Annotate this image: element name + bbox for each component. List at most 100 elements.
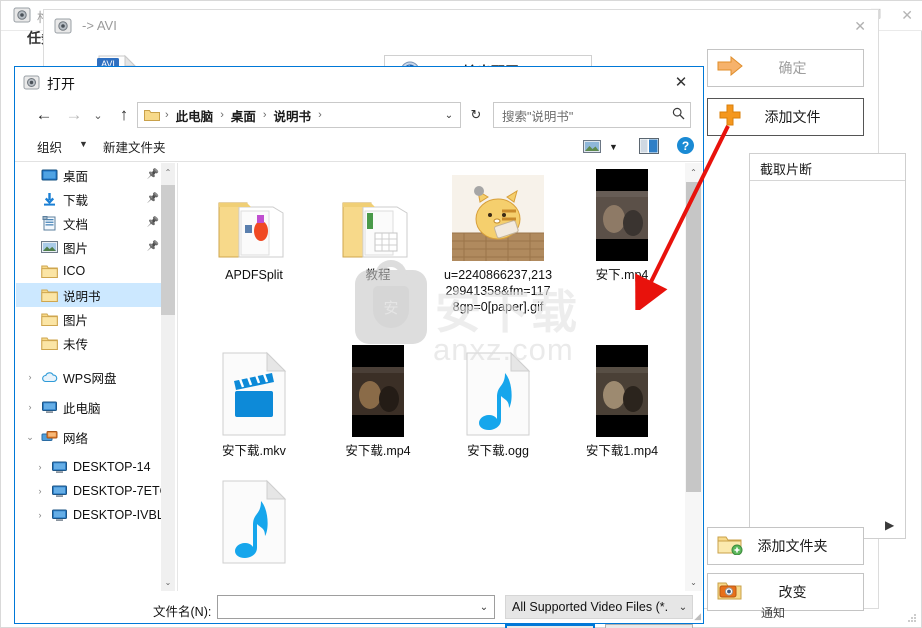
open-button[interactable]: 打开(O) — [505, 624, 595, 628]
open-file-dialog: 打开 ✕ ← → ⌄ ↑ › 此电脑 › 桌面 › 说明书 › ⌄ ↻ 搜索"说… — [14, 66, 704, 628]
scroll-up-icon[interactable]: ⌃ — [685, 163, 702, 181]
video-thumbnail — [316, 345, 440, 437]
new-folder-button[interactable]: 新建文件夹 — [103, 137, 166, 156]
add-folder-button[interactable]: 添加文件夹 — [707, 527, 864, 565]
desktop-icon — [38, 167, 60, 184]
search-input[interactable]: 搜索"说明书" — [493, 102, 691, 128]
chevron-down-icon[interactable]: ⌄ — [438, 103, 460, 127]
scrollbar-thumb[interactable] — [686, 182, 701, 492]
file-item[interactable]: 安下载.mp4 — [316, 345, 440, 459]
close-icon[interactable]: ✕ — [659, 67, 703, 97]
cancel-button[interactable]: 取消 — [605, 624, 693, 628]
file-name-label: APDFSplit — [225, 268, 283, 282]
scroll-down-icon[interactable]: ⌄ — [685, 573, 702, 591]
change-button[interactable]: 改变 — [707, 573, 864, 611]
computer-icon — [38, 399, 60, 416]
orange-plus-icon — [708, 103, 752, 132]
file-item[interactable]: 安下载.ogg — [436, 345, 560, 459]
breadcrumb-item-1[interactable]: 桌面 — [229, 106, 258, 125]
chevron-icon[interactable]: › — [22, 402, 38, 412]
audio-file-icon — [436, 345, 560, 437]
chevron-down-icon[interactable]: ⌄ — [474, 602, 494, 613]
chevron-icon[interactable]: › — [22, 372, 38, 382]
file-item[interactable]: 教程 — [316, 169, 440, 283]
dialog-body: 桌面 📌 下载 📌 文档 📌 图片 📌 ICO 说明书 图片 未传 › WPS网盘 › 此电脑 ⌄ 网络 › DESK… — [15, 163, 703, 591]
resize-grip-icon[interactable] — [907, 613, 917, 623]
back-button[interactable]: ← — [31, 102, 57, 128]
sidebar-item-网络[interactable]: ⌄ 网络 — [16, 425, 175, 449]
sidebar-item-图片[interactable]: 图片 — [16, 307, 175, 331]
file-type-filter[interactable]: All Supported Video Files (*. ⌄ — [505, 595, 693, 619]
dialog-titlebar: 打开 ✕ — [15, 67, 703, 98]
background-inner-titlebar — [44, 10, 878, 42]
sidebar-item-图片[interactable]: 图片 📌 — [16, 235, 175, 259]
sidebar-item-desktop-7etc[interactable]: › DESKTOP-7ETC — [16, 479, 175, 503]
nav-pane-scrollbar[interactable]: ⌃ ⌄ — [161, 163, 175, 591]
pin-icon[interactable]: 📌 — [147, 169, 159, 180]
filename-label: 文件名(N): — [153, 605, 212, 619]
sidebar-item-label: 桌面 — [63, 169, 89, 184]
background-inner-close-icon[interactable]: ✕ — [854, 18, 866, 35]
sidebar-item-文档[interactable]: 文档 📌 — [16, 211, 175, 235]
clip-panel-label: 截取片断 — [760, 162, 813, 177]
add-file-button[interactable]: 添加文件 — [707, 98, 864, 136]
breadcrumb-item-2[interactable]: 说明书 — [272, 106, 314, 125]
sidebar-item-label: 说明书 — [63, 289, 101, 304]
chevron-down-icon[interactable]: ▼ — [609, 142, 618, 152]
sidebar-item-desktop-ivbl[interactable]: › DESKTOP-IVBL — [16, 503, 175, 527]
scroll-down-icon[interactable]: ⌄ — [161, 573, 175, 591]
file-item[interactable] — [192, 473, 316, 571]
scrollbar-thumb[interactable] — [161, 185, 175, 315]
forward-button[interactable]: → — [61, 102, 87, 128]
folder-icon — [38, 287, 60, 304]
sidebar-item-未传[interactable]: 未传 — [16, 331, 175, 355]
sidebar-item-桌面[interactable]: 桌面 📌 — [16, 163, 175, 187]
sidebar-item-label: ICO — [63, 264, 86, 278]
file-list-scrollbar[interactable]: ⌃ ⌄ — [685, 163, 702, 591]
recent-locations-button[interactable]: ⌄ — [89, 102, 107, 128]
search-placeholder: 搜索"说明书" — [502, 109, 574, 124]
chevron-icon[interactable]: › — [32, 510, 48, 520]
view-icon[interactable] — [583, 140, 601, 153]
sidebar-item-label: DESKTOP-IVBL — [73, 508, 164, 522]
pin-icon[interactable]: 📌 — [147, 193, 159, 204]
chevron-icon[interactable]: › — [32, 462, 48, 472]
file-item[interactable]: APDFSplit — [192, 169, 316, 283]
folder-icon — [192, 169, 316, 261]
help-icon[interactable]: ? — [677, 137, 694, 154]
sidebar-item-下载[interactable]: 下载 📌 — [16, 187, 175, 211]
chevron-icon[interactable]: › — [32, 486, 48, 496]
file-item[interactable]: u=2240866237,21329941358&fm=1178gp=0[pap… — [436, 169, 560, 315]
pin-icon[interactable]: 📌 — [147, 217, 159, 228]
address-bar[interactable]: › 此电脑 › 桌面 › 说明书 › ⌄ — [137, 102, 461, 128]
up-button[interactable]: ↑ — [111, 102, 137, 128]
organize-button[interactable]: 组织 — [37, 137, 62, 156]
file-item[interactable]: 安下载1.mp4 — [560, 345, 684, 459]
sidebar-item-说明书[interactable]: 说明书 — [16, 283, 175, 307]
file-list-pane[interactable]: APDFSplit 教程 u=2240866237,21329941358&fm=1… — [177, 163, 702, 591]
confirm-button[interactable]: 确定 — [707, 49, 864, 87]
chevron-down-icon[interactable]: ▼ — [79, 139, 88, 149]
preview-pane-icon[interactable] — [639, 138, 659, 154]
pin-icon[interactable]: 📌 — [147, 241, 159, 252]
documents-icon — [38, 215, 60, 232]
chevron-icon[interactable]: ⌄ — [22, 432, 38, 443]
breadcrumb-sep: › — [318, 109, 322, 121]
background-close-icon[interactable]: ✕ — [901, 7, 913, 24]
resize-grip-icon[interactable]: ◢ — [694, 611, 701, 622]
sidebar-item-此电脑[interactable]: › 此电脑 — [16, 395, 175, 419]
expand-arrow-icon[interactable]: ▶ — [885, 518, 894, 532]
breadcrumb-item-0[interactable]: 此电脑 — [174, 106, 216, 125]
sidebar-item-label: 文档 — [63, 217, 89, 232]
filename-input[interactable]: ⌄ — [217, 595, 495, 619]
clip-panel: 截取片断 — [749, 153, 906, 539]
sidebar-item-desktop-14[interactable]: › DESKTOP-14 — [16, 455, 175, 479]
sidebar-item-ico[interactable]: ICO — [16, 259, 175, 283]
scroll-up-icon[interactable]: ⌃ — [161, 163, 175, 181]
folder-camera-icon — [708, 579, 752, 606]
refresh-icon[interactable]: ↻ — [465, 102, 487, 128]
file-item[interactable]: 安下载.mkv — [192, 345, 316, 459]
chevron-down-icon[interactable]: ⌄ — [674, 602, 692, 613]
file-item[interactable]: 安下.mp4 — [560, 169, 684, 283]
sidebar-item-wps网盘[interactable]: › WPS网盘 — [16, 365, 175, 389]
